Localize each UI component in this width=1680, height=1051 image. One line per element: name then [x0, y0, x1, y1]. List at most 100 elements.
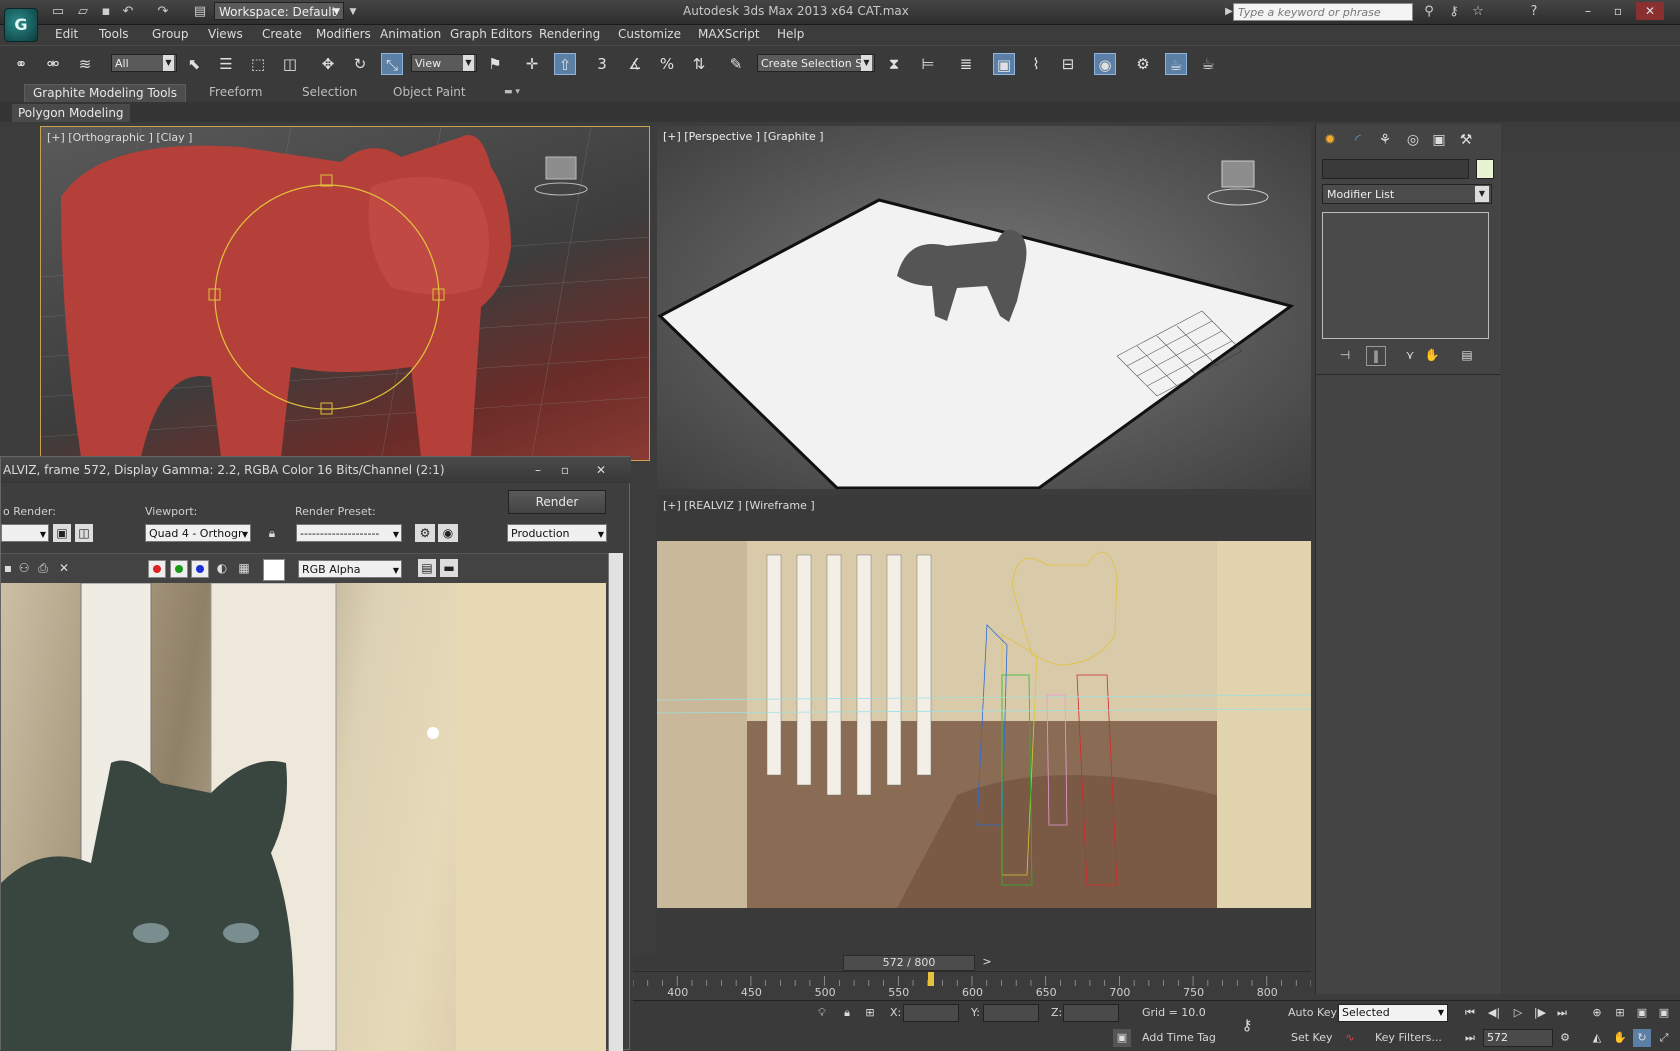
viewport-label-perspective[interactable]: [+] [Perspective ] [Graphite ]: [663, 130, 824, 143]
menu-views[interactable]: Views: [208, 27, 243, 41]
pivot-center-icon[interactable]: ⚑: [484, 53, 506, 75]
next-key-icon[interactable]: |▶: [1531, 1004, 1549, 1022]
menu-tools[interactable]: Tools: [99, 27, 129, 41]
close-button[interactable]: ✕: [589, 461, 613, 479]
layer-manager-icon[interactable]: ≣: [955, 53, 977, 75]
absolute-mode-icon[interactable]: ⊞: [861, 1004, 879, 1022]
print-icon[interactable]: ⎙: [34, 559, 52, 577]
menu-rendering[interactable]: Rendering: [539, 27, 600, 41]
zoom-all-icon[interactable]: ⊞: [1611, 1004, 1629, 1022]
modifier-list-dropdown[interactable]: Modifier List ▼: [1322, 184, 1492, 204]
viewport-label-orthographic[interactable]: [+] [Orthographic ] [Clay ]: [47, 131, 192, 144]
close-button[interactable]: ✕: [1636, 2, 1664, 20]
orbit-icon[interactable]: ↻: [1633, 1029, 1651, 1047]
auto-region-icon[interactable]: ◫: [75, 524, 93, 542]
keyboard-shortcut-override-icon[interactable]: ⇧: [554, 53, 576, 75]
edit-named-selection-icon[interactable]: ✎: [725, 53, 747, 75]
ribbon-options-icon[interactable]: ▬ ▾: [496, 84, 528, 101]
ribbon-panel-polygon-modeling[interactable]: Polygon Modeling: [12, 104, 130, 122]
time-configuration-icon[interactable]: ⚙: [1556, 1029, 1574, 1047]
show-end-result-icon[interactable]: ‖: [1366, 346, 1386, 366]
key-icon[interactable]: ⚷: [1446, 4, 1462, 20]
window-crossing-icon[interactable]: ◫: [279, 53, 301, 75]
snaps-toggle-icon[interactable]: 3: [591, 53, 613, 75]
z-coord-field[interactable]: [1063, 1004, 1119, 1022]
menu-group[interactable]: Group: [152, 27, 189, 41]
render-button[interactable]: Render: [508, 490, 606, 514]
percent-snap-icon[interactable]: %: [656, 53, 678, 75]
viewport-realviz[interactable]: [+] [REALVIZ ] [Wireframe ]: [657, 495, 1311, 955]
area-to-render-dropdown[interactable]: ▼: [1, 524, 49, 542]
lock-icon[interactable]: 🔒︎: [263, 524, 281, 542]
align-icon[interactable]: ⊨: [917, 53, 939, 75]
pan-icon[interactable]: ✋: [1611, 1029, 1629, 1047]
rotate-icon[interactable]: ↻: [349, 53, 371, 75]
schematic-view-icon[interactable]: ⊟: [1057, 53, 1079, 75]
binoculars-icon[interactable]: ⚲: [1421, 4, 1437, 20]
menu-maxscript[interactable]: MAXScript: [698, 27, 760, 41]
select-manipulate-icon[interactable]: ✛: [521, 53, 543, 75]
previous-key-icon[interactable]: ◀|: [1485, 1004, 1503, 1022]
star-icon[interactable]: ☆: [1470, 4, 1486, 20]
configure-modifier-sets-icon[interactable]: ▤: [1458, 346, 1476, 364]
play-icon[interactable]: ▷: [1509, 1004, 1527, 1022]
current-frame-field[interactable]: 572: [1483, 1029, 1553, 1047]
unlink-icon[interactable]: ⚮: [42, 53, 64, 75]
render-window-scrollbar[interactable]: [608, 553, 623, 1051]
selection-lock-icon[interactable]: 🔒︎: [838, 1004, 856, 1022]
tab-graphite-modeling-tools[interactable]: Graphite Modeling Tools: [24, 84, 187, 103]
object-color-swatch[interactable]: [1476, 159, 1494, 179]
alpha-channel-icon[interactable]: ◐: [213, 559, 231, 577]
edit-region-icon[interactable]: ▣: [53, 524, 71, 542]
toggle-ui-icon[interactable]: ▬: [440, 559, 458, 577]
set-key-mode-icon[interactable]: ⚷: [1238, 1016, 1256, 1034]
viewport-dropdown[interactable]: Quad 4 - Orthogr ▼: [145, 524, 251, 542]
x-coord-field[interactable]: [903, 1004, 959, 1022]
spinner-snap-icon[interactable]: ⇅: [688, 53, 710, 75]
key-mode-dropdown[interactable]: Selected ▼: [1338, 1004, 1448, 1022]
bind-spacewarp-icon[interactable]: ≋: [74, 53, 96, 75]
isolate-icon[interactable]: 💡︎: [813, 1004, 831, 1022]
link-icon[interactable]: ⚭: [10, 53, 32, 75]
render-production-icon[interactable]: ☕: [1197, 53, 1219, 75]
minimize-button[interactable]: –: [526, 461, 550, 479]
rect-selection-icon[interactable]: ⬚: [247, 53, 269, 75]
workspace-dropdown[interactable]: Workspace: Default ▼: [214, 2, 344, 20]
color-swatch[interactable]: [263, 559, 285, 581]
blue-channel-toggle[interactable]: [191, 560, 209, 578]
viewport-orthographic[interactable]: [+] [Orthographic ] [Clay ]: [40, 126, 650, 461]
add-time-tag-label[interactable]: Add Time Tag: [1142, 1031, 1216, 1044]
modifier-stack[interactable]: [1322, 212, 1489, 339]
motion-tab-icon[interactable]: ◎: [1403, 130, 1423, 150]
time-tag-icon[interactable]: ▣: [1113, 1029, 1131, 1047]
zoom-extents-all-icon[interactable]: ▣: [1655, 1004, 1673, 1022]
menu-customize[interactable]: Customize: [618, 27, 681, 41]
menu-animation[interactable]: Animation: [380, 27, 441, 41]
display-tab-icon[interactable]: ▣: [1429, 130, 1449, 150]
time-slider[interactable]: < 572 / 800 >: [633, 954, 1311, 971]
select-object-icon[interactable]: ⬉: [183, 53, 205, 75]
green-channel-toggle[interactable]: [170, 560, 188, 578]
menu-help[interactable]: Help: [777, 27, 804, 41]
key-mode-toggle-icon[interactable]: ⏭: [1461, 1029, 1479, 1047]
auto-key-button[interactable]: Auto Key: [1288, 1006, 1337, 1019]
object-name-field[interactable]: [1322, 159, 1469, 179]
redo-icon[interactable]: ↷: [155, 4, 171, 20]
save-icon[interactable]: ▪: [98, 4, 114, 20]
remove-modifier-icon[interactable]: ✋: [1423, 346, 1441, 364]
search-input[interactable]: Type a keyword or phrase: [1233, 3, 1413, 21]
select-by-name-icon[interactable]: ☰: [215, 53, 237, 75]
monochrome-icon[interactable]: ▦: [235, 559, 253, 577]
render-setup-icon[interactable]: ⚙: [415, 524, 435, 542]
make-unique-icon[interactable]: ⋎: [1401, 346, 1419, 364]
maximize-button[interactable]: ▫: [553, 461, 577, 479]
named-selection-dropdown[interactable]: Create Selection Se ▼: [757, 54, 875, 72]
angle-snap-icon[interactable]: ∡: [624, 53, 646, 75]
undo-icon[interactable]: ↶: [120, 4, 136, 20]
menu-graph-editors[interactable]: Graph Editors: [450, 27, 532, 41]
default-tangent-icon[interactable]: ∿: [1341, 1029, 1359, 1047]
menu-modifiers[interactable]: Modifiers: [316, 27, 371, 41]
y-coord-field[interactable]: [983, 1004, 1039, 1022]
application-button[interactable]: G: [4, 8, 38, 42]
go-to-end-icon[interactable]: ⏭: [1553, 1004, 1571, 1022]
